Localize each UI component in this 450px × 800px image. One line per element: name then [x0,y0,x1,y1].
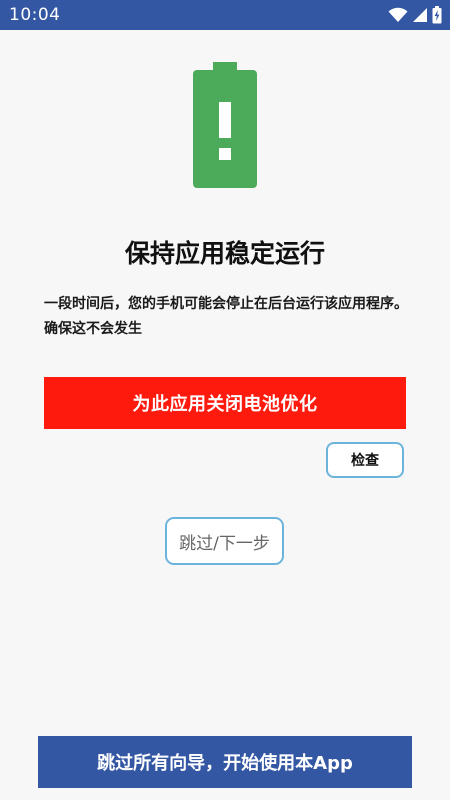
skip-next-button[interactable]: 跳过/下一步 [165,517,284,565]
wifi-icon [388,7,408,23]
signal-icon [412,7,428,23]
status-bar: 10:04 [0,0,450,30]
page-title: 保持应用稳定运行 [124,239,325,268]
disable-battery-optimization-button[interactable]: 为此应用关闭电池优化 [44,377,406,429]
battery-alert-icon [193,62,257,188]
check-button[interactable]: 检查 [326,442,404,478]
battery-charging-icon [432,6,442,24]
skip-all-wizard-button[interactable]: 跳过所有向导，开始使用本App [38,736,412,788]
status-time: 10:04 [9,5,61,25]
description-text: 一段时间后，您的手机可能会停止在后台运行该应用程序。确保这不会发生 [44,296,408,337]
status-icons [388,6,442,24]
